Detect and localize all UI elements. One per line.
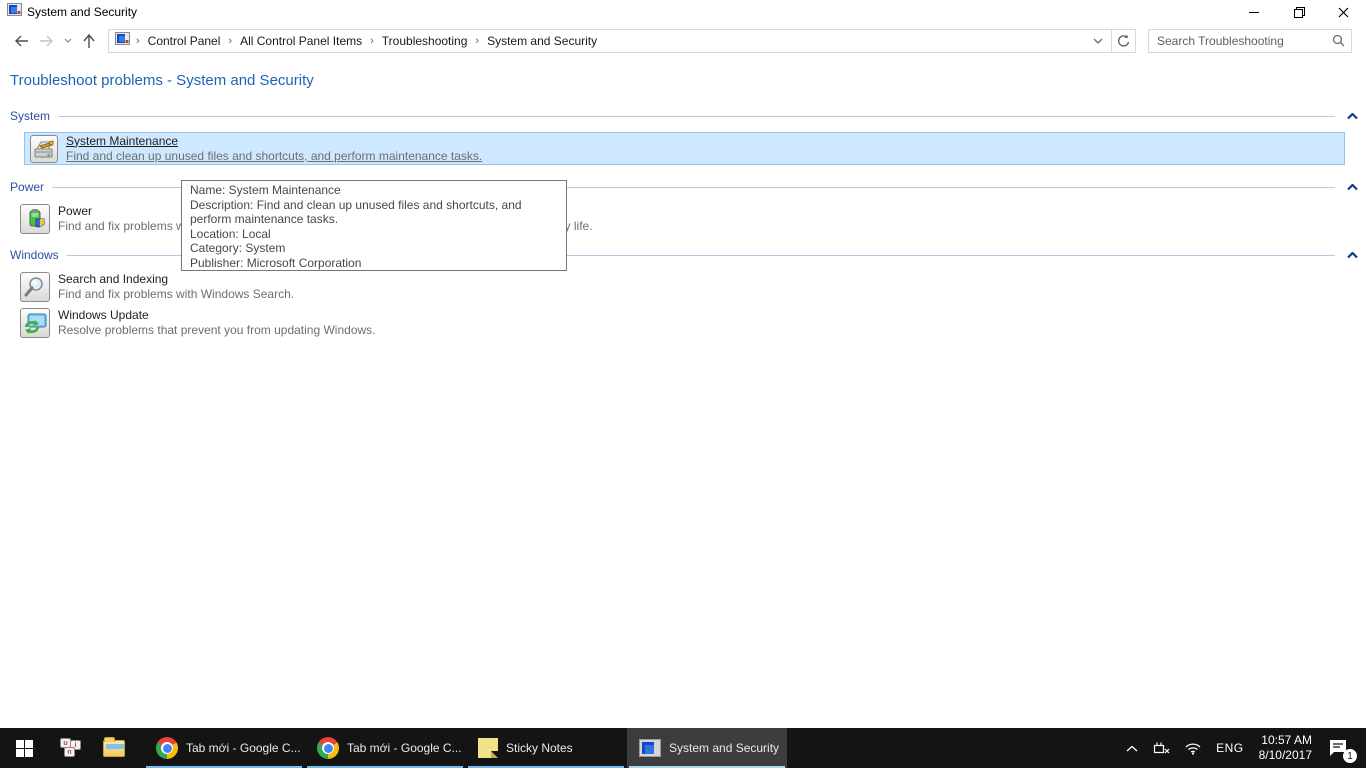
ethernet-status-button[interactable] bbox=[1145, 728, 1177, 768]
search-box bbox=[1148, 29, 1352, 53]
clock[interactable]: 10:57 AM 8/10/2017 bbox=[1251, 733, 1320, 763]
breadcrumb-separator: › bbox=[224, 35, 236, 47]
window-title: System and Security bbox=[27, 5, 137, 19]
item-description[interactable]: Resolve problems that prevent you from u… bbox=[58, 323, 376, 338]
title-bar: System and Security bbox=[0, 0, 1366, 24]
refresh-button[interactable] bbox=[1112, 29, 1136, 53]
item-description[interactable]: Find and fix problems with Windows Searc… bbox=[58, 287, 294, 302]
item-title[interactable]: Search and Indexing bbox=[58, 272, 294, 287]
taskbar-app-system-security[interactable]: System and Security bbox=[627, 728, 787, 768]
tray-time: 10:57 AM bbox=[1259, 733, 1312, 748]
action-center-button[interactable]: 1 bbox=[1320, 728, 1356, 768]
chevron-up-icon bbox=[1126, 745, 1138, 752]
section-name: System bbox=[10, 109, 50, 123]
item-title[interactable]: Windows Update bbox=[58, 308, 376, 323]
chevron-down-icon bbox=[1093, 38, 1103, 44]
section-divider bbox=[58, 116, 1335, 117]
unikey-icon: u i n bbox=[57, 738, 83, 758]
forward-icon bbox=[39, 34, 55, 48]
system-maintenance-icon bbox=[30, 135, 58, 163]
forward-button[interactable] bbox=[34, 28, 60, 54]
start-button[interactable] bbox=[0, 728, 48, 768]
section-name: Power bbox=[10, 180, 44, 194]
windows-logo-icon bbox=[16, 740, 33, 757]
taskbar-app-chrome-1[interactable]: Tab mới - Google C... bbox=[144, 728, 304, 768]
tooltip-category-line: Category: System bbox=[190, 241, 558, 256]
taskbar-app-label: System and Security bbox=[669, 741, 779, 755]
breadcrumb-control-panel[interactable]: Control Panel bbox=[144, 34, 225, 48]
sticky-notes-icon bbox=[478, 738, 498, 758]
windows-update-icon bbox=[20, 308, 50, 338]
tooltip-publisher-line: Publisher: Microsoft Corporation bbox=[190, 256, 558, 271]
power-icon bbox=[20, 204, 50, 234]
wifi-status-button[interactable] bbox=[1177, 728, 1209, 768]
close-button[interactable] bbox=[1321, 0, 1366, 24]
ethernet-disconnected-icon bbox=[1152, 741, 1170, 755]
up-icon bbox=[82, 33, 96, 49]
troubleshooter-system-maintenance[interactable]: System Maintenance Find and clean up unu… bbox=[24, 132, 1345, 165]
language-indicator[interactable]: ENG bbox=[1209, 728, 1251, 768]
tooltip-location-line: Location: Local bbox=[190, 227, 558, 242]
troubleshooter-search-indexing[interactable]: Search and Indexing Find and fix problem… bbox=[20, 272, 1366, 302]
recent-pages-button[interactable] bbox=[60, 28, 76, 54]
navigation-bar: › Control Panel › All Control Panel Item… bbox=[0, 24, 1366, 57]
section-header-system: System bbox=[10, 107, 1366, 125]
file-explorer-button[interactable] bbox=[92, 728, 136, 768]
search-input[interactable] bbox=[1149, 34, 1325, 48]
up-button[interactable] bbox=[76, 28, 102, 54]
taskbar: u i n Tab mới - Google C... Tab mới - Go… bbox=[0, 728, 1366, 768]
address-location-icon bbox=[115, 32, 130, 50]
collapse-chevron-icon[interactable] bbox=[1347, 107, 1358, 125]
search-icon[interactable] bbox=[1325, 34, 1351, 47]
section-name: Windows bbox=[10, 248, 59, 262]
taskbar-app-label: Tab mới - Google C... bbox=[186, 741, 301, 755]
tray-overflow-button[interactable] bbox=[1119, 728, 1145, 768]
page-title: Troubleshoot problems - System and Secur… bbox=[10, 72, 1366, 89]
back-icon bbox=[13, 34, 29, 48]
tooltip-name-line: Name: System Maintenance bbox=[190, 183, 558, 198]
breadcrumb-separator: › bbox=[366, 35, 378, 47]
explorer-window: System and Security › bbox=[0, 0, 1366, 728]
tray-date: 8/10/2017 bbox=[1259, 748, 1312, 763]
wifi-icon bbox=[1184, 741, 1202, 755]
breadcrumb-system-security[interactable]: System and Security bbox=[483, 34, 601, 48]
address-dropdown-button[interactable] bbox=[1087, 30, 1109, 52]
item-title[interactable]: System Maintenance bbox=[66, 134, 482, 149]
restore-button[interactable] bbox=[1276, 0, 1321, 24]
close-icon bbox=[1338, 7, 1349, 18]
file-explorer-icon bbox=[103, 740, 125, 757]
tooltip-system-maintenance: Name: System Maintenance Description: Fi… bbox=[181, 180, 567, 271]
system-tray: ENG 10:57 AM 8/10/2017 1 bbox=[1119, 728, 1366, 768]
taskbar-app-label: Tab mới - Google C... bbox=[347, 741, 462, 755]
search-indexing-icon bbox=[20, 272, 50, 302]
taskbar-app-sticky-notes[interactable]: Sticky Notes bbox=[466, 728, 626, 768]
tooltip-description-line: Description: Find and clean up unused fi… bbox=[190, 198, 558, 227]
item-description[interactable]: Find and clean up unused files and short… bbox=[66, 149, 482, 164]
taskbar-app-chrome-2[interactable]: Tab mới - Google C... bbox=[305, 728, 465, 768]
restore-icon bbox=[1294, 7, 1304, 17]
chrome-icon bbox=[156, 737, 178, 759]
breadcrumb-troubleshooting[interactable]: Troubleshooting bbox=[378, 34, 472, 48]
collapse-chevron-icon[interactable] bbox=[1347, 246, 1358, 264]
notification-badge: 1 bbox=[1343, 749, 1357, 763]
breadcrumb-separator: › bbox=[471, 35, 483, 47]
chrome-icon bbox=[317, 737, 339, 759]
troubleshooter-windows-update[interactable]: Windows Update Resolve problems that pre… bbox=[20, 308, 1366, 338]
control-panel-icon bbox=[639, 739, 661, 757]
control-panel-icon bbox=[7, 3, 22, 21]
chevron-down-icon bbox=[64, 38, 72, 43]
collapse-chevron-icon[interactable] bbox=[1347, 178, 1358, 196]
minimize-icon bbox=[1249, 12, 1259, 13]
unikey-button[interactable]: u i n bbox=[48, 728, 92, 768]
taskbar-app-label: Sticky Notes bbox=[506, 741, 573, 755]
breadcrumb-separator: › bbox=[132, 35, 144, 47]
back-button[interactable] bbox=[8, 28, 34, 54]
address-bar[interactable]: › Control Panel › All Control Panel Item… bbox=[108, 29, 1112, 53]
refresh-icon bbox=[1117, 34, 1131, 48]
minimize-button[interactable] bbox=[1231, 0, 1276, 24]
breadcrumb-all-items[interactable]: All Control Panel Items bbox=[236, 34, 366, 48]
